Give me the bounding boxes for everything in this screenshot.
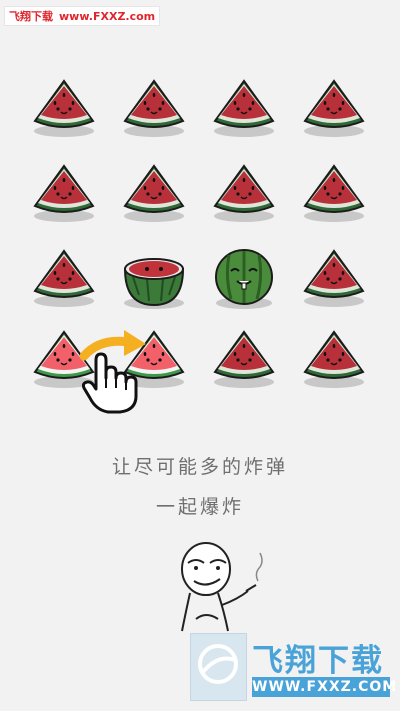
hint-text-line-1: 让尽可能多的炸弹 [111,456,288,478]
bomb-tile-watermelon-slice[interactable] [119,73,189,143]
bomb-tile-watermelon-slice[interactable] [299,158,369,228]
bomb-tile-watermelon-slice[interactable] [209,73,279,143]
bomb-tile-watermelon-slice[interactable] [209,324,279,394]
bomb-tile-watermelon-slice[interactable] [299,73,369,143]
bomb-tile-watermelon-slice[interactable] [299,324,369,394]
watermelon-slice-icon [33,79,95,137]
watermelon-slice-icon [213,330,275,388]
watermelon-half-icon [123,258,185,309]
bomb-tile-watermelon-slice[interactable] [29,158,99,228]
watermelon-slice-icon [213,164,275,222]
watermelon-slice-icon [303,79,365,137]
bomb-tile-watermelon-slice[interactable] [119,158,189,228]
bomb-tile-watermelon-whole[interactable] [209,243,279,313]
bomb-tile-watermelon-slice[interactable] [209,158,279,228]
bomb-tile-watermelon-slice[interactable] [299,243,369,313]
watermark-brand: 飞翔下载 [252,643,384,679]
watermark-logo [190,633,247,701]
watermelon-slice-icon [123,164,185,222]
bomb-tile-watermelon-half[interactable] [119,243,189,313]
watermark-bottom-url: WWW.FXXZ.COM [252,677,398,697]
watermelon-slice-icon [33,164,95,222]
watermelon-slice-icon [303,164,365,222]
pointing-hand-icon [82,352,138,414]
meme-face-icon [181,542,263,632]
game-board [0,0,400,400]
watermelon-slice-icon [213,79,275,137]
watermelon-slice-icon [303,249,365,307]
bomb-tile-watermelon-slice[interactable] [29,243,99,313]
watermelon-slice-icon [123,79,185,137]
bottom-watermark: 飞翔下载 WWW.FXXZ.COM [190,633,398,701]
hint-text-line-2: 一起爆炸 [155,496,244,518]
watermelon-slice-icon [303,330,365,388]
bomb-tile-watermelon-slice[interactable] [29,73,99,143]
watermelon-whole-icon [215,249,273,309]
watermelon-slice-icon [33,249,95,307]
